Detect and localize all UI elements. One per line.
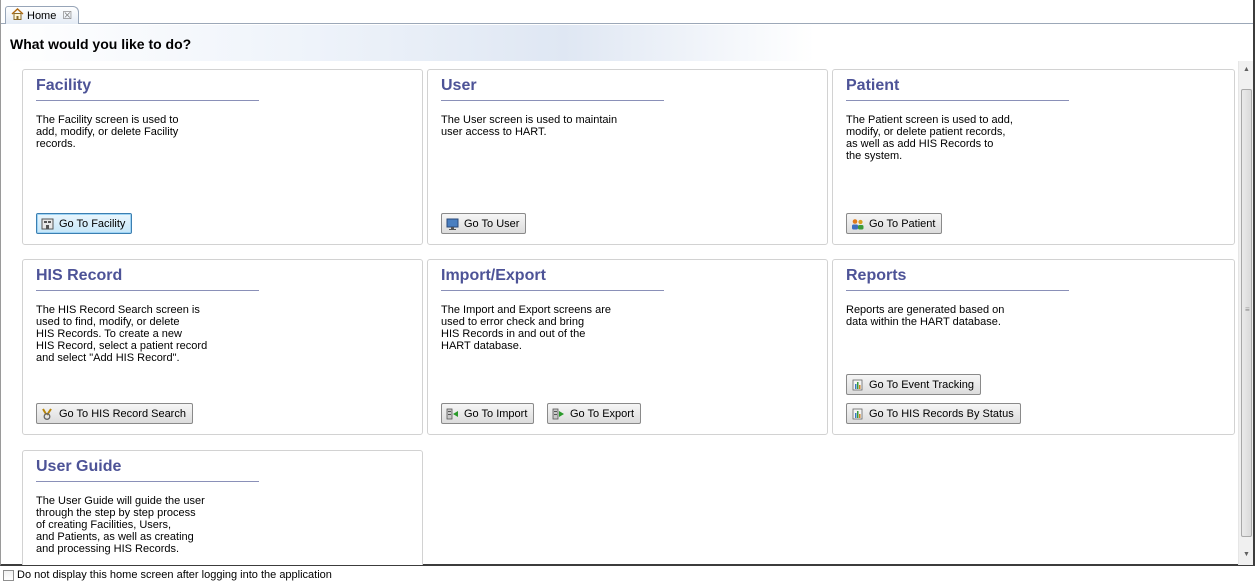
go-to-his-record-search-button[interactable]: Go To HIS Record Search — [36, 403, 193, 424]
import-icon — [446, 408, 459, 420]
checkbox-label[interactable]: Do not display this home screen after lo… — [17, 569, 332, 581]
card-title: Patient — [846, 77, 900, 94]
card-title: HIS Record — [36, 267, 123, 284]
button-label: Go To Patient — [869, 217, 936, 230]
go-to-facility-button[interactable]: Go To Facility — [36, 213, 133, 234]
facility-icon — [41, 218, 54, 230]
card-description: The User screen is used to maintain user… — [441, 114, 618, 138]
go-to-import-button[interactable]: Go To Import — [441, 403, 535, 424]
button-label: Go To Facility — [59, 217, 126, 230]
card-divider — [441, 100, 664, 101]
card-divider — [441, 290, 664, 291]
monitor-icon — [446, 218, 459, 230]
grip-icon: ≡ — [1245, 305, 1250, 314]
card-divider — [36, 100, 259, 101]
card-description: The Import and Export screens are used t… — [441, 304, 611, 352]
go-to-his-records-by-status-button[interactable]: Go To HIS Records By Status — [846, 403, 1021, 424]
user-card: User The User screen is used to maintain… — [427, 69, 828, 245]
card-divider — [36, 481, 259, 482]
card-title: Facility — [36, 77, 92, 94]
button-label: Go To HIS Records By Status — [869, 407, 1014, 420]
patient-card: Patient The Patient screen is used to ad… — [832, 69, 1235, 245]
button-label: Go To HIS Record Search — [59, 407, 186, 420]
card-divider — [846, 290, 1069, 291]
go-to-event-tracking-button[interactable]: Go To Event Tracking — [846, 374, 981, 395]
search-records-icon — [41, 407, 54, 420]
scroll-down-icon[interactable]: ▼ — [1239, 546, 1254, 563]
scroll-up-icon[interactable]: ▲ — [1239, 61, 1254, 78]
reports-card: Reports Reports are generated based on d… — [832, 259, 1235, 435]
card-description: The Patient screen is used to add, modif… — [846, 114, 1013, 162]
his-record-card: HIS Record The HIS Record Search screen … — [22, 259, 423, 435]
export-icon — [552, 408, 565, 420]
tab-home[interactable]: Home ☒ — [5, 6, 80, 24]
button-label: Go To User — [464, 217, 520, 230]
card-divider — [846, 100, 1069, 101]
report-icon — [851, 379, 864, 391]
card-description: The User Guide will guide the user throu… — [36, 495, 205, 555]
close-icon[interactable]: ☒ — [62, 9, 72, 22]
footer: Do not display this home screen after lo… — [3, 569, 332, 581]
card-description: The Facility screen is used to add, modi… — [36, 114, 179, 150]
page-title: What would you like to do? — [10, 36, 192, 52]
button-label: Go To Export — [570, 407, 634, 420]
people-icon — [851, 218, 864, 230]
report-icon — [851, 408, 864, 420]
user-guide-card: User Guide The User Guide will guide the… — [22, 450, 423, 565]
tab-bar: Home ☒ — [1, 0, 1253, 24]
scrollbar-thumb[interactable]: ≡ — [1241, 89, 1252, 537]
button-label: Go To Event Tracking — [869, 378, 974, 391]
vertical-scrollbar[interactable]: ▲ ≡ ▼ — [1238, 61, 1253, 565]
button-label: Go To Import — [464, 407, 528, 420]
import-export-card: Import/Export The Import and Export scre… — [427, 259, 828, 435]
card-divider — [36, 290, 259, 291]
tab-home-label: Home — [27, 9, 57, 22]
facility-card: Facility The Facility screen is used to … — [22, 69, 423, 245]
card-description: The HIS Record Search screen is used to … — [36, 304, 208, 364]
go-to-user-button[interactable]: Go To User — [441, 213, 527, 234]
card-title: Import/Export — [441, 267, 546, 284]
go-to-export-button[interactable]: Go To Export — [547, 403, 641, 424]
house-icon — [11, 8, 24, 23]
card-title: User Guide — [36, 458, 122, 475]
card-title: User — [441, 77, 477, 94]
home-content: Facility The Facility screen is used to … — [1, 61, 1238, 565]
card-description: Reports are generated based on data with… — [846, 304, 1005, 328]
card-title: Reports — [846, 267, 907, 284]
go-to-patient-button[interactable]: Go To Patient — [846, 213, 943, 234]
do-not-display-checkbox[interactable] — [3, 569, 14, 581]
